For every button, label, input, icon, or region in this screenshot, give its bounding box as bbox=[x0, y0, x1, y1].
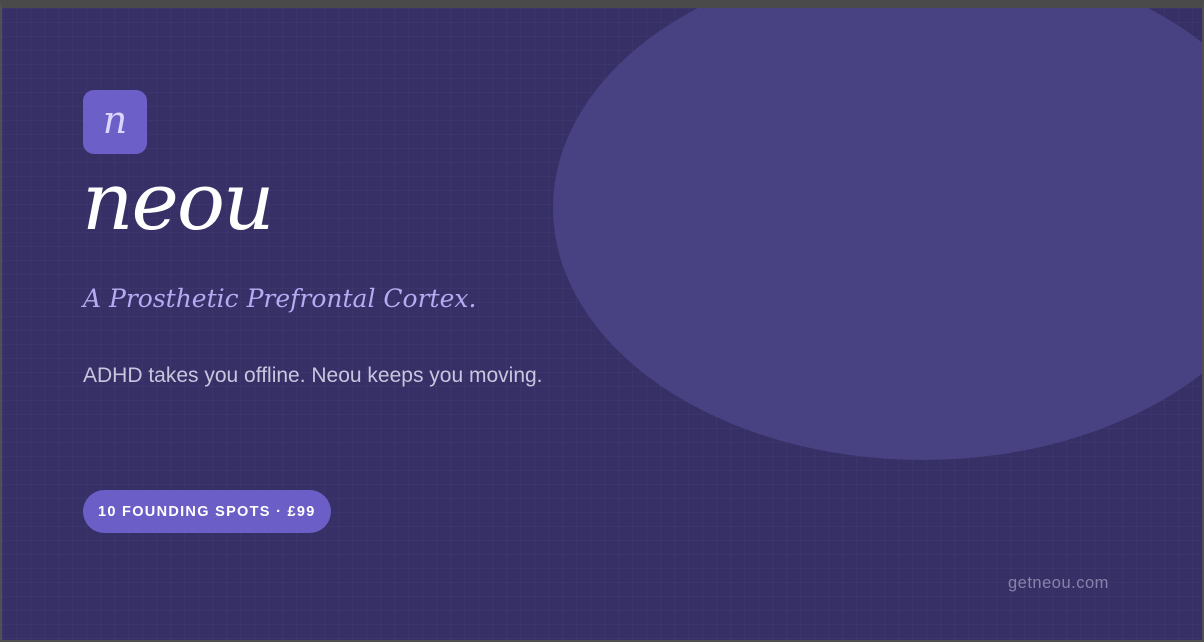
decorative-circle bbox=[553, 8, 1202, 460]
promo-card: n neou A Prosthetic Prefrontal Cortex. A… bbox=[0, 0, 1204, 642]
founding-spots-badge: 10 FOUNDING SPOTS · £99 bbox=[83, 490, 331, 533]
logo-letter: n bbox=[102, 98, 128, 142]
tagline: A Prosthetic Prefrontal Cortex. bbox=[83, 284, 477, 313]
website-domain: getneou.com bbox=[1008, 574, 1109, 592]
brand-wordmark: neou bbox=[82, 155, 275, 248]
badge-label: 10 FOUNDING SPOTS · £99 bbox=[98, 503, 316, 520]
logo-icon: n bbox=[83, 90, 147, 154]
subtitle: ADHD takes you offline. Neou keeps you m… bbox=[83, 364, 543, 387]
